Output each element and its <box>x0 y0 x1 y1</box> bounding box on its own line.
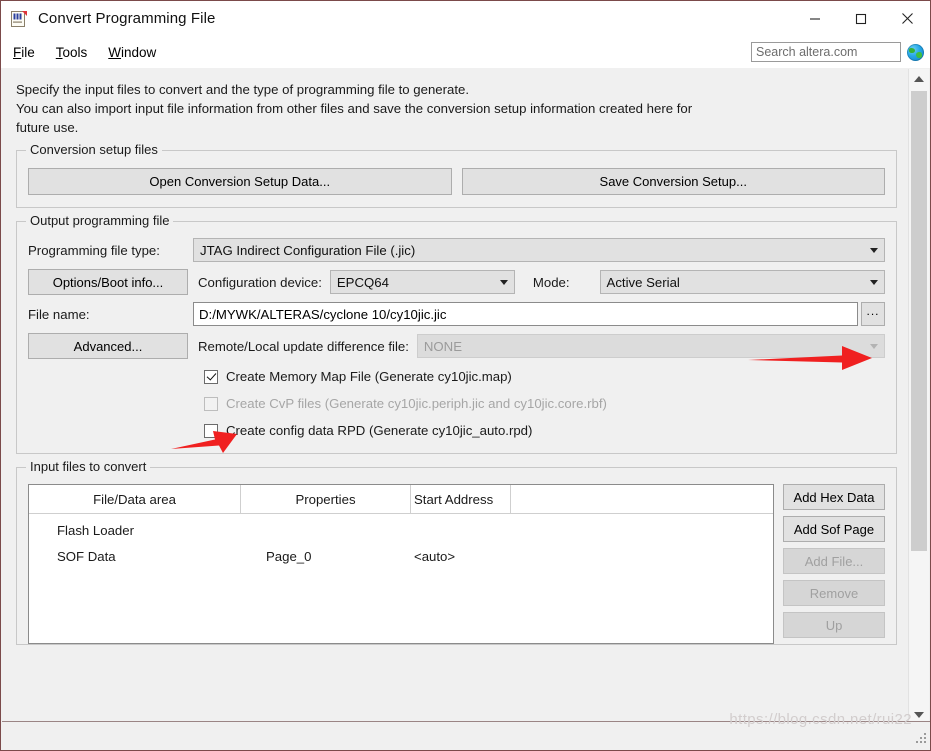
table-header-row: File/Data area Properties Start Address <box>29 485 773 514</box>
conversion-setup-body: Open Conversion Setup Data... Save Conve… <box>17 151 896 207</box>
conversion-setup-group-title: Conversion setup files <box>26 142 162 157</box>
window-controls <box>792 1 930 36</box>
create-cvp-files-label: Create CvP files (Generate cy10jic.perip… <box>226 396 607 411</box>
menu-file-rest: ile <box>21 44 35 60</box>
programming-file-type-select[interactable]: JTAG Indirect Configuration File (.jic) <box>193 238 885 262</box>
menu-window-mnemonic: W <box>108 44 122 60</box>
column-header-extra[interactable] <box>511 485 773 513</box>
column-header-file-data-area[interactable]: File/Data area <box>29 485 241 513</box>
cell-file-data-area: Flash Loader <box>57 522 134 538</box>
close-button[interactable] <box>884 1 930 36</box>
title-bar: Convert Programming File <box>1 1 930 36</box>
remote-local-value: NONE <box>423 338 462 354</box>
window-title: Convert Programming File <box>38 10 216 27</box>
programming-file-type-row: Programming file type: JTAG Indirect Con… <box>28 238 885 262</box>
save-conversion-setup-button[interactable]: Save Conversion Setup... <box>461 168 885 195</box>
remote-local-row: Advanced... Remote/Local update differen… <box>28 333 885 359</box>
table-row[interactable]: SOF Data Page_0 <auto> <box>29 543 773 569</box>
status-bar <box>2 721 930 749</box>
convert-programming-file-window: Convert Programming File File Tools Wind… <box>0 0 931 751</box>
maximize-button[interactable] <box>838 1 884 36</box>
create-cvp-files-row: Create CvP files (Generate cy10jic.perip… <box>204 393 885 414</box>
programming-file-icon <box>9 9 29 29</box>
cell-file-data-area: SOF Data <box>57 548 116 564</box>
remote-local-label: Remote/Local update difference file: <box>198 338 409 354</box>
globe-icon[interactable] <box>907 43 924 61</box>
input-files-table[interactable]: File/Data area Properties Start Address … <box>28 484 774 644</box>
remove-button: Remove <box>783 580 885 606</box>
file-name-row: File name: ... <box>28 302 885 326</box>
column-header-start-address[interactable]: Start Address <box>411 485 511 513</box>
create-config-data-rpd-row: Create config data RPD (Generate cy10jic… <box>204 420 885 441</box>
open-conversion-setup-data-button[interactable]: Open Conversion Setup Data... <box>28 168 452 195</box>
create-config-data-rpd-label: Create config data RPD (Generate cy10jic… <box>226 423 533 438</box>
input-files-to-convert-group: Input files to convert File/Data area Pr… <box>16 459 897 645</box>
configuration-device-row: Options/Boot info... Configuration devic… <box>28 269 885 295</box>
resize-grip[interactable] <box>914 733 927 746</box>
intro-line-2: You can also import input file informati… <box>16 101 693 116</box>
configuration-device-label: Configuration device: <box>198 274 322 290</box>
create-memory-map-row: Create Memory Map File (Generate cy10jic… <box>204 366 885 387</box>
output-file-group-title: Output programming file <box>26 213 174 228</box>
input-files-side-buttons: Add Hex Data Add Sof Page Add File... Re… <box>783 484 885 644</box>
search-area <box>751 42 924 62</box>
menu-bar: File Tools Window <box>1 36 930 68</box>
file-name-label: File name: <box>28 306 90 322</box>
menu-file-mnemonic: F <box>13 44 22 60</box>
output-file-body: Programming file type: JTAG Indirect Con… <box>17 222 896 453</box>
search-input[interactable] <box>751 42 901 62</box>
table-row[interactable]: Flash Loader <box>29 517 773 543</box>
menu-tools[interactable]: Tools <box>47 42 97 63</box>
chevron-down-icon <box>914 711 924 718</box>
mode-select[interactable]: Active Serial <box>599 270 885 294</box>
remote-local-select: NONE <box>416 334 885 358</box>
chevron-down-icon <box>499 280 508 285</box>
scrollbar-thumb[interactable] <box>911 91 927 551</box>
input-files-table-area: File/Data area Properties Start Address … <box>28 484 885 644</box>
browse-button[interactable]: ... <box>861 302 885 326</box>
conversion-setup-buttons: Open Conversion Setup Data... Save Conve… <box>28 168 885 195</box>
menu-tools-rest: ools <box>62 44 88 60</box>
create-config-data-rpd-checkbox[interactable] <box>204 423 218 438</box>
add-file-button: Add File... <box>783 548 885 574</box>
chevron-down-icon <box>870 280 878 285</box>
create-cvp-files-checkbox <box>204 396 218 411</box>
menu-file[interactable]: File <box>4 42 44 63</box>
up-button: Up <box>783 612 885 638</box>
cell-start-address: <auto> <box>414 548 456 564</box>
menu-window[interactable]: Window <box>99 42 165 63</box>
programming-file-type-label: Programming file type: <box>28 242 160 258</box>
chevron-down-icon <box>870 344 878 349</box>
chevron-up-icon <box>914 75 924 82</box>
input-files-body: File/Data area Properties Start Address … <box>17 468 896 644</box>
vertical-scrollbar[interactable] <box>908 69 929 724</box>
create-memory-map-checkbox[interactable] <box>204 369 218 384</box>
column-header-properties[interactable]: Properties <box>241 485 411 513</box>
conversion-setup-files-group: Conversion setup files Open Conversion S… <box>16 142 897 208</box>
input-files-group-title: Input files to convert <box>26 459 151 474</box>
advanced-button[interactable]: Advanced... <box>28 333 188 359</box>
configuration-device-value: EPCQ64 <box>336 274 389 290</box>
chevron-down-icon <box>870 248 878 253</box>
mode-value: Active Serial <box>606 274 680 290</box>
output-programming-file-group: Output programming file Programming file… <box>16 213 897 454</box>
cell-properties: Page_0 <box>266 548 312 564</box>
intro-text: Specify the input files to convert and t… <box>2 69 911 137</box>
create-memory-map-label: Create Memory Map File (Generate cy10jic… <box>226 369 512 384</box>
file-name-input[interactable] <box>193 302 858 326</box>
configuration-device-select[interactable]: EPCQ64 <box>329 270 515 294</box>
minimize-button[interactable] <box>792 1 838 36</box>
add-hex-data-button[interactable]: Add Hex Data <box>783 484 885 510</box>
programming-file-type-value: JTAG Indirect Configuration File (.jic) <box>200 242 416 258</box>
menu-window-rest: indow <box>121 44 157 60</box>
scroll-up-button[interactable] <box>909 69 929 88</box>
main-content: Specify the input files to convert and t… <box>2 69 911 724</box>
menu-tools-mnemonic: T <box>55 44 63 60</box>
options-boot-info-button[interactable]: Options/Boot info... <box>28 269 188 295</box>
mode-label: Mode: <box>532 274 570 290</box>
intro-line-1: Specify the input files to convert and t… <box>16 82 470 97</box>
add-sof-page-button[interactable]: Add Sof Page <box>783 516 885 542</box>
intro-line-3: future use. <box>16 120 79 135</box>
